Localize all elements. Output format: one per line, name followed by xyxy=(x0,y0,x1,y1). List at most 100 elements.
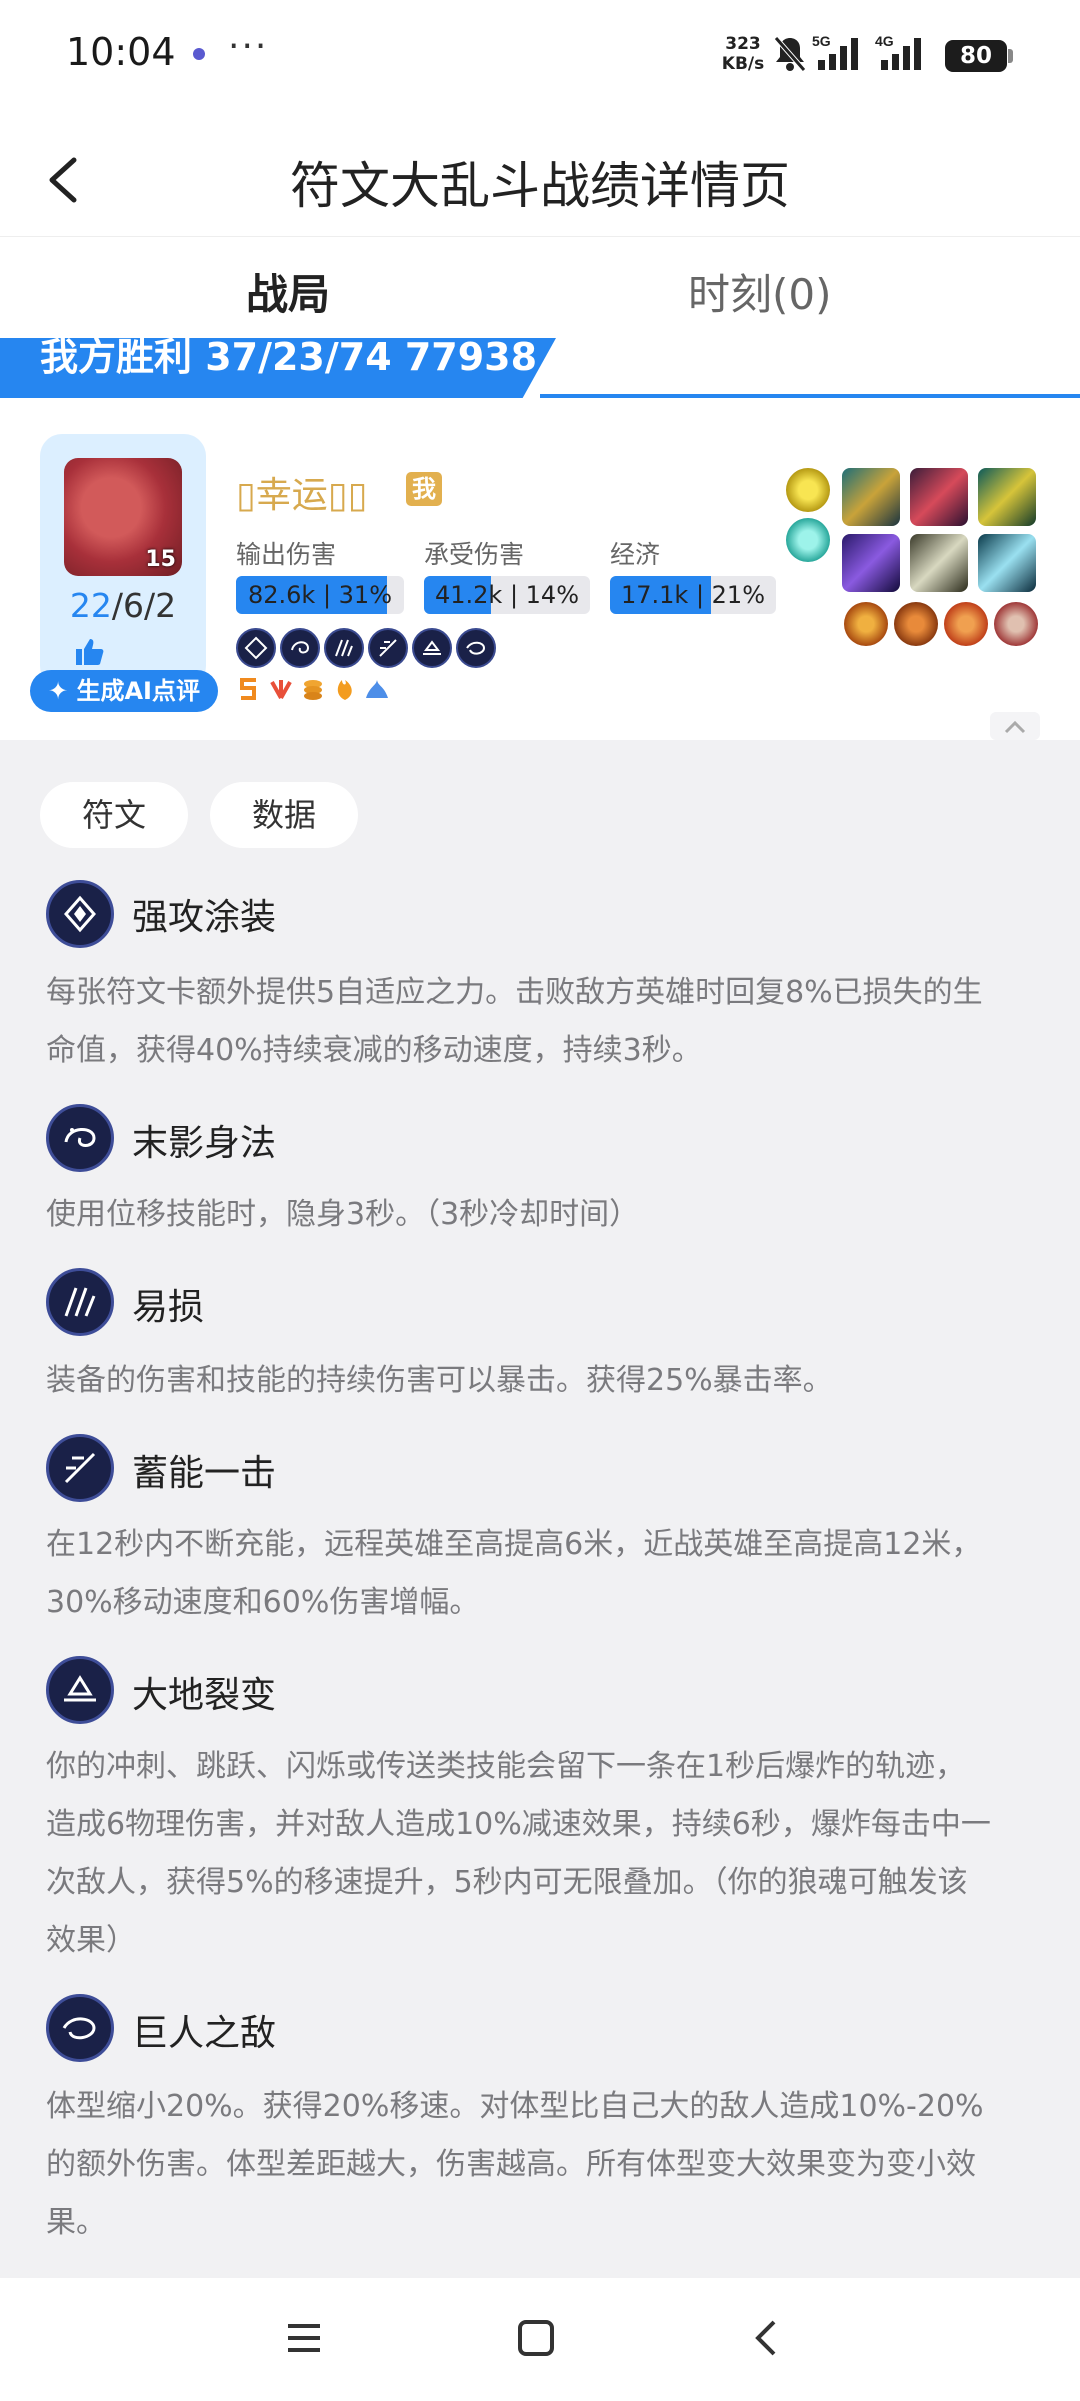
augment-4-icon[interactable] xyxy=(994,602,1038,646)
collapse-chevron-icon[interactable] xyxy=(990,712,1040,740)
kda-kills: 22 xyxy=(69,586,112,625)
menu-icon[interactable] xyxy=(284,2318,324,2358)
system-nav-bar xyxy=(0,2278,1080,2401)
net-speed-unit: KB/s xyxy=(721,54,765,74)
rune-giant-icon xyxy=(46,1994,114,2062)
home-square-icon[interactable] xyxy=(516,2318,556,2358)
item-slot-4-icon[interactable] xyxy=(842,534,900,592)
rune-desc-line: 造成6物理伤害，并对敌人造成10%减速效果，持续6秒，爆炸每击中一 xyxy=(46,1807,991,1842)
swirl-icon xyxy=(280,628,320,668)
rune-desc-line: 你的冲刺、跳跃、闪烁或传送类技能会留下一条在1秒后爆炸的轨迹， xyxy=(46,1749,966,1784)
me-badge: 我 xyxy=(406,472,442,506)
rune-name: 蓄能一击 xyxy=(132,1453,277,1494)
damage-bar: 82.6k | 31% xyxy=(236,576,404,614)
back-triangle-icon[interactable] xyxy=(748,2318,788,2358)
tab-moments[interactable]: 时刻(0) xyxy=(688,261,832,322)
gold-value: 17.1k | 21% xyxy=(620,581,766,609)
rune-desc: 使用位移技能时，隐身3秒。（3秒冷却时间） xyxy=(46,1186,1046,1244)
rune-icon-row xyxy=(236,628,496,668)
rune-dash-icon xyxy=(46,1434,114,1502)
rune-desc-line: 效果） xyxy=(46,1923,136,1958)
rune-desc-line: 次敌人，获得5%的移速提升，5秒内可无限叠加。（你的狼魂可触发该 xyxy=(46,1865,968,1900)
signal-5g-icon: 5G xyxy=(812,33,858,70)
card-icon xyxy=(236,628,276,668)
rune-desc: 你的冲刺、跳跃、闪烁或传送类技能会留下一条在1秒后爆炸的轨迹， 造成6物理伤害，… xyxy=(46,1738,1046,1970)
rune-desc-line: 装备的伤害和技能的持续伤害可以暴击。获得25%暴击率。 xyxy=(46,1363,833,1398)
rune-desc-line: 的额外伤害。体型差距越大，伤害越高。所有体型变大效果变为变小效 xyxy=(46,2147,976,2182)
result-banner: 我方胜利 37/23/74 77938 xyxy=(0,338,556,398)
svg-text:5G: 5G xyxy=(812,33,831,49)
item-slot-6-icon[interactable] xyxy=(978,534,1036,592)
damage-value: 82.6k | 31% xyxy=(247,581,393,609)
claw-icon xyxy=(324,628,364,668)
augment-1-icon[interactable] xyxy=(844,602,888,646)
status-time: 10:04 xyxy=(66,30,176,74)
rune-name: 大地裂变 xyxy=(132,1675,277,1716)
status-bar: 10:04 ··· 323 KB/s 5G 4G 80 xyxy=(0,0,1080,110)
net-speed: 323 KB/s xyxy=(718,34,768,74)
more-dots-icon: ··· xyxy=(228,26,269,67)
augment-mini-icon-3 xyxy=(304,680,322,700)
augment-mini-icon-5 xyxy=(366,680,388,698)
item-slot-1-icon[interactable] xyxy=(842,468,900,526)
champion-level: 15 xyxy=(145,547,176,572)
signal-4g-icon: 4G xyxy=(875,33,921,70)
damage-label: 输出伤害 xyxy=(236,540,337,569)
taken-value: 41.2k | 14% xyxy=(434,581,580,609)
augment-mini-icon-4 xyxy=(337,680,352,700)
page-header: 符文大乱斗战绩详情页 xyxy=(0,110,1080,236)
rune-desc-line: 每张符文卡额外提供5自适应之力。击败敌方英雄时回复8%已损失的生 xyxy=(46,975,983,1010)
rune-name: 末影身法 xyxy=(132,1123,277,1164)
augment-mini-icon-2 xyxy=(270,680,292,699)
banner-underline xyxy=(540,394,1080,398)
item-slot-5-icon[interactable] xyxy=(910,534,968,592)
rune-desc-line: 在12秒内不断充能，远程英雄至高提高6米，近战英雄至高提高12米， xyxy=(46,1527,982,1562)
generate-ai-review-button[interactable]: ✦ 生成AI点评 xyxy=(30,670,218,712)
augment-mini-icon-1 xyxy=(240,678,256,700)
kda-text: 22/6/2 xyxy=(40,586,206,625)
player-name: ▯幸运▯▯ xyxy=(236,475,368,516)
thumbs-up-icon[interactable] xyxy=(74,637,104,667)
item-slot-3-icon[interactable] xyxy=(978,468,1036,526)
tab-bar: 战局 时刻(0) xyxy=(0,236,1080,338)
rune-name: 易损 xyxy=(132,1287,205,1328)
battery-tip xyxy=(1008,49,1013,63)
result-banner-text: 我方胜利 37/23/74 77938 xyxy=(40,338,538,379)
rune-desc: 装备的伤害和技能的持续伤害可以暴击。获得25%暴击率。 xyxy=(46,1352,1046,1410)
taken-label: 承受伤害 xyxy=(424,540,525,569)
rune-desc: 每张符文卡额外提供5自适应之力。击败敌方英雄时回复8%已损失的生 命值，获得40… xyxy=(46,964,1046,1080)
rune-name: 强攻涂装 xyxy=(132,897,277,938)
summoner-spell-cleanse-icon[interactable] xyxy=(786,518,830,562)
rune-desc-line: 果。 xyxy=(46,2205,106,2240)
champion-avatar[interactable]: 15 xyxy=(64,458,182,576)
giant-icon xyxy=(456,628,496,668)
rune-ground-icon xyxy=(46,1656,114,1724)
augment-2-icon[interactable] xyxy=(894,602,938,646)
svg-text:4G: 4G xyxy=(875,33,894,49)
notification-dot-icon xyxy=(193,48,205,60)
rune-desc-line: 30%移动速度和60%伤害增幅。 xyxy=(46,1585,480,1620)
app-root: 10:04 ··· 323 KB/s 5G 4G 80 符文大乱斗战绩详情页 战… xyxy=(0,0,1080,2401)
item-slot-2-icon[interactable] xyxy=(910,468,968,526)
dash-icon xyxy=(368,628,408,668)
battery-icon: 80 xyxy=(945,40,1007,72)
augment-3-icon[interactable] xyxy=(944,602,988,646)
rune-card-icon xyxy=(46,880,114,948)
rune-name: 巨人之敌 xyxy=(132,2013,277,2054)
ground-icon xyxy=(412,628,452,668)
tab-match[interactable]: 战局 xyxy=(246,261,330,322)
summoner-spell-flash-icon[interactable] xyxy=(786,468,830,512)
rune-desc-line: 体型缩小20%。获得20%移速。对体型比自己大的敌人造成10%-20% xyxy=(46,2089,984,2124)
rune-desc: 体型缩小20%。获得20%移速。对体型比自己大的敌人造成10%-20% 的额外伤… xyxy=(46,2078,1046,2252)
segment-runes[interactable]: 符文 xyxy=(40,782,188,848)
gold-label: 经济 xyxy=(610,540,661,569)
segment-data[interactable]: 数据 xyxy=(210,782,358,848)
rune-claw-icon xyxy=(46,1268,114,1336)
rune-desc: 在12秒内不断充能，远程英雄至高提高6米，近战英雄至高提高12米， 30%移动速… xyxy=(46,1516,1046,1632)
taken-bar: 41.2k | 14% xyxy=(424,576,590,614)
rune-swirl-icon xyxy=(46,1104,114,1172)
gold-bar: 17.1k | 21% xyxy=(610,576,776,614)
rune-desc-line: 使用位移技能时，隐身3秒。（3秒冷却时间） xyxy=(46,1197,640,1232)
rune-desc-line: 命值，获得40%持续衰减的移动速度，持续3秒。 xyxy=(46,1033,702,1068)
augment-mini-icons xyxy=(236,676,390,702)
